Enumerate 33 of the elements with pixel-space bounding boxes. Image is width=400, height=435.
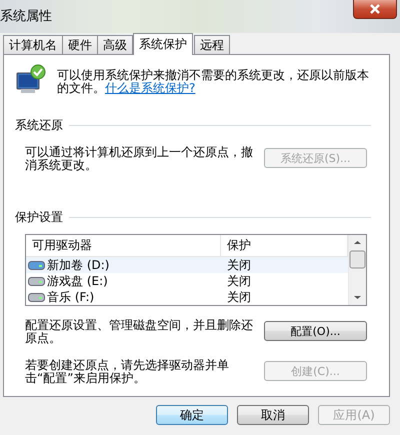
drive-name: 新加卷 (D:) [47, 257, 110, 273]
section-heading: 系统还原 [15, 117, 63, 134]
protection-status: 关闭 [226, 257, 252, 273]
tab[interactable]: 硬件 [62, 35, 98, 54]
description-text: 可以通过将计算机还原到上一个还原点，撤消系统更改。 [25, 146, 254, 172]
drive-name: 游戏盘 (E:) [47, 273, 108, 289]
drive-icon [28, 260, 45, 270]
drive-icon [28, 292, 45, 302]
ok-button[interactable]: 确定 [156, 405, 228, 425]
tab[interactable]: 远程 [194, 35, 230, 54]
protection-status: 关闭 [226, 289, 252, 305]
intro-text: 可以使用系统保护来撤消不需要的系统更改，还原以前版本的文件。什么是系统保护? [57, 69, 370, 95]
computer-shield-icon [15, 63, 47, 95]
drive-row[interactable]: 新加卷 (D:) 关闭 [26, 257, 348, 273]
tab[interactable]: 系统保护 [133, 33, 193, 55]
window-title: 系统属性 [0, 8, 52, 25]
drive-row[interactable]: 音乐 (F:) 关闭 [26, 289, 348, 305]
drive-icon [28, 276, 45, 286]
section-heading: 保护设置 [15, 209, 63, 226]
scrollbar[interactable] [348, 235, 366, 305]
drive-name: 音乐 (F:) [47, 289, 94, 305]
close-button[interactable] [353, 0, 397, 19]
description-text: 配置还原设置、管理磁盘空间，并且删除还原点。 [25, 319, 254, 345]
cancel-button[interactable]: 取消 [237, 405, 309, 425]
configure-button[interactable]: 配置(O)... [264, 321, 367, 341]
column-header[interactable]: 可用驱动器 [26, 235, 221, 256]
close-icon [369, 4, 381, 14]
drive-row[interactable]: 游戏盘 (E:) 关闭 [26, 273, 348, 289]
help-link[interactable]: 什么是系统保护? [105, 81, 196, 95]
description-text: 若要创建还原点，请先选择驱动器并单击“配置”来启用保护。 [25, 359, 230, 385]
protection-status: 关闭 [226, 273, 252, 289]
tab[interactable]: 高级 [97, 35, 133, 54]
tab[interactable]: 计算机名 [3, 35, 63, 54]
